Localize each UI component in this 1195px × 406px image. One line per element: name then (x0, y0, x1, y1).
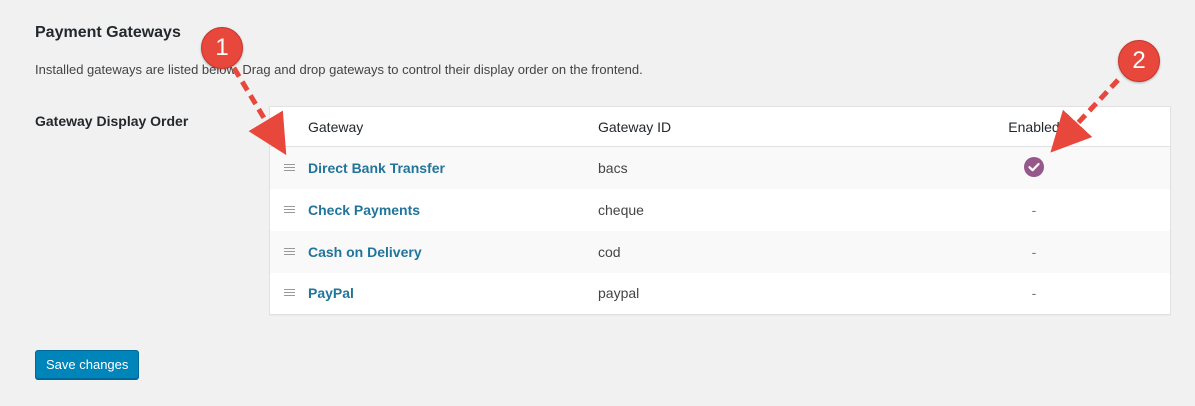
table-row[interactable]: Direct Bank Transfer bacs (269, 146, 1171, 189)
enabled-cell[interactable]: - (948, 231, 1171, 273)
enabled-column-header: Enabled (1008, 118, 1060, 135)
drag-handle-cell[interactable] (270, 231, 309, 273)
disabled-indicator: - (1031, 285, 1037, 302)
gateway-link-paypal[interactable]: PayPal (308, 285, 354, 301)
table-row[interactable]: PayPal paypal - (270, 273, 1171, 315)
enabled-cell[interactable] (948, 147, 1171, 189)
drag-handle-cell[interactable] (270, 273, 309, 315)
gateway-id-column-header: Gateway ID (598, 118, 672, 135)
disabled-indicator: - (1031, 201, 1037, 218)
annotation-callout-1: 1 (201, 27, 243, 69)
gateway-table: Gateway Gateway ID Enabled Direct Bank T… (269, 106, 1171, 315)
gateway-column-header: Gateway (308, 118, 364, 135)
drag-handle-cell[interactable] (270, 147, 309, 189)
table-row[interactable]: Check Payments cheque - (270, 189, 1171, 231)
drag-handle-icon[interactable] (283, 247, 295, 256)
save-changes-button[interactable]: Save changes (35, 350, 140, 379)
drag-handle-icon[interactable] (283, 205, 295, 214)
gateway-id: paypal (598, 285, 640, 302)
section-title: Payment Gateways (35, 24, 181, 41)
disabled-indicator: - (1031, 243, 1037, 260)
table-header-row: Gateway Gateway ID Enabled (269, 107, 1171, 147)
enabled-cell[interactable]: - (948, 273, 1171, 315)
drag-handle-icon[interactable] (283, 163, 295, 172)
gateway-link-cod[interactable]: Cash on Delivery (308, 244, 422, 260)
table-row[interactable]: Cash on Delivery cod - (269, 230, 1171, 273)
enabled-cell[interactable]: - (948, 189, 1171, 231)
gateway-link-bacs[interactable]: Direct Bank Transfer (308, 160, 445, 176)
gateway-id: cheque (598, 201, 644, 218)
gateway-display-order-label: Gateway Display Order (35, 113, 189, 129)
checkmark-circle-icon[interactable] (1024, 156, 1044, 177)
gateway-link-cheque[interactable]: Check Payments (308, 202, 420, 218)
annotation-callout-2: 2 (1118, 40, 1160, 82)
sort-column-header (270, 107, 309, 147)
gateway-id: bacs (598, 159, 628, 176)
drag-handle-cell[interactable] (270, 189, 309, 231)
gateway-id: cod (598, 243, 621, 260)
section-description: Installed gateways are listed below. Dra… (35, 62, 643, 77)
drag-handle-icon[interactable] (283, 289, 295, 297)
